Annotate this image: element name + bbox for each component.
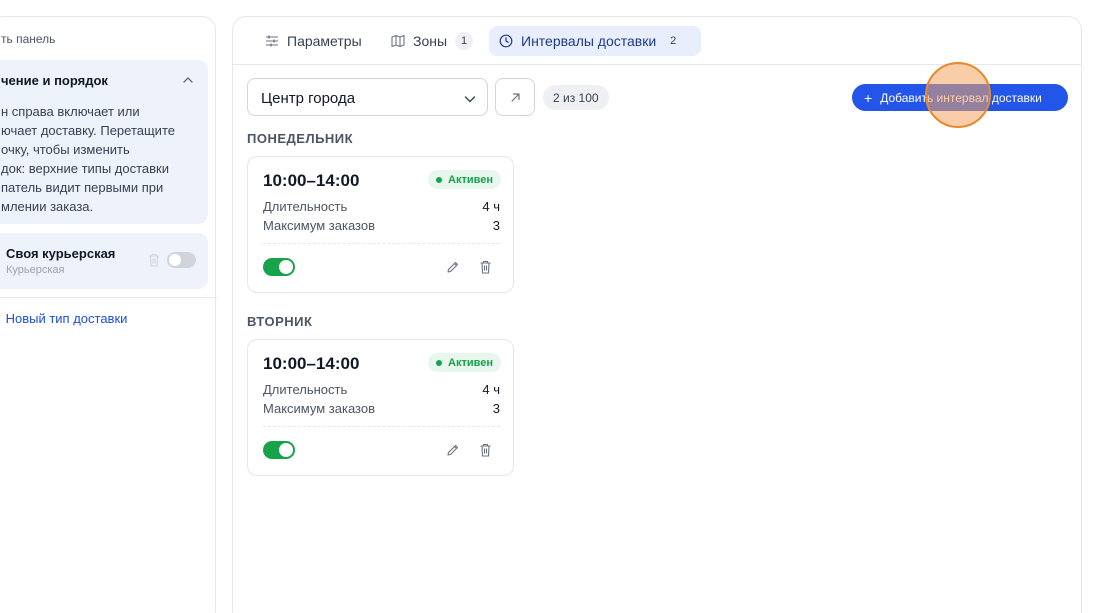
info-text: н справа включает или ючает доставку. Пе… — [1, 104, 175, 214]
status-label: Активен — [448, 356, 493, 369]
divider — [0, 297, 217, 298]
add-interval-label: Добавить интервал доставки — [880, 90, 1042, 105]
chevron-down-icon — [464, 96, 476, 103]
status-dot-icon — [436, 359, 442, 366]
interval-time: 10:00–14:00 — [263, 354, 360, 373]
duration-row: Длительность 4 ч — [263, 199, 500, 214]
interval-card: 10:00–14:00 Активен Длительность 4 ч Мак… — [247, 156, 514, 293]
add-interval-button[interactable]: + Добавить интервал доставки — [852, 84, 1068, 111]
max-orders-label: Максимум заказов — [263, 218, 375, 233]
zone-select[interactable]: Центр города — [247, 78, 488, 116]
delivery-type-name: Своя курьерская — [6, 246, 116, 261]
sliders-icon — [266, 35, 278, 47]
delivery-type-toggle[interactable] — [167, 252, 196, 268]
trash-icon[interactable] — [479, 260, 492, 274]
day-heading: ПОНЕДЕЛЬНИК — [247, 131, 354, 146]
interval-count-badge: 2 из 100 — [543, 85, 609, 110]
status-badge: Активен — [428, 353, 501, 372]
divider — [263, 426, 500, 427]
delivery-type-item[interactable]: Своя курьерская Курьерская — [0, 233, 208, 289]
tab-bar: Параметры Зоны 1 Интервалы доставки 2 — [233, 17, 1081, 65]
arrow-up-right-icon — [511, 93, 520, 102]
max-orders-row: Максимум заказов 3 — [263, 218, 500, 233]
trash-icon[interactable] — [479, 443, 492, 457]
max-orders-row: Максимум заказов 3 — [263, 401, 500, 416]
interval-card: 10:00–14:00 Активен Длительность 4 ч Мак… — [247, 339, 514, 476]
duration-label: Длительность — [263, 382, 348, 397]
map-icon — [391, 34, 405, 48]
tab-count-badge: 2 — [670, 35, 677, 47]
delivery-type-subtitle: Курьерская — [6, 264, 65, 276]
interval-toggle[interactable] — [263, 441, 295, 459]
tab-parameters[interactable]: Параметры — [255, 26, 372, 56]
clock-icon — [499, 34, 513, 48]
interval-time: 10:00–14:00 — [263, 171, 360, 190]
hide-panel-link[interactable]: ть панель — [1, 32, 55, 46]
trash-icon[interactable] — [148, 253, 160, 267]
delivery-types-panel: ть панель чение и порядок н справа включ… — [0, 16, 217, 613]
duration-label: Длительность — [263, 199, 348, 214]
new-delivery-type-label: Новый тип доставки — [5, 311, 128, 326]
tab-label: Интервалы доставки — [521, 33, 657, 49]
pencil-icon[interactable] — [446, 260, 460, 274]
pencil-icon[interactable] — [446, 443, 460, 457]
new-delivery-type-button[interactable]: +Новый тип доставки — [0, 311, 128, 326]
plus-icon: + — [864, 89, 873, 106]
divider — [263, 243, 500, 244]
tab-count-badge: 1 — [455, 32, 474, 50]
day-heading: ВТОРНИК — [247, 314, 313, 329]
chevron-up-icon[interactable] — [181, 73, 195, 87]
status-dot-icon — [436, 176, 442, 183]
duration-value: 4 ч — [482, 199, 500, 214]
tab-label: Параметры — [287, 33, 362, 49]
interval-toggle[interactable] — [263, 258, 295, 276]
tab-delivery-intervals[interactable]: Интервалы доставки 2 — [489, 26, 701, 56]
tab-label: Зоны — [413, 33, 448, 49]
info-box: чение и порядок н справа включает или юч… — [0, 60, 208, 224]
max-orders-label: Максимум заказов — [263, 401, 375, 416]
max-orders-value: 3 — [492, 218, 500, 233]
open-zone-button[interactable] — [495, 78, 535, 116]
duration-row: Длительность 4 ч — [263, 382, 500, 397]
duration-value: 4 ч — [482, 382, 500, 397]
main-panel: Параметры Зоны 1 Интервалы доставки 2 Це… — [232, 16, 1082, 613]
max-orders-value: 3 — [492, 401, 500, 416]
status-label: Активен — [448, 173, 493, 186]
status-badge: Активен — [428, 170, 501, 189]
tab-zones[interactable]: Зоны 1 — [381, 26, 483, 56]
info-title: чение и порядок — [1, 73, 108, 88]
zone-select-value: Центр города — [261, 90, 356, 107]
